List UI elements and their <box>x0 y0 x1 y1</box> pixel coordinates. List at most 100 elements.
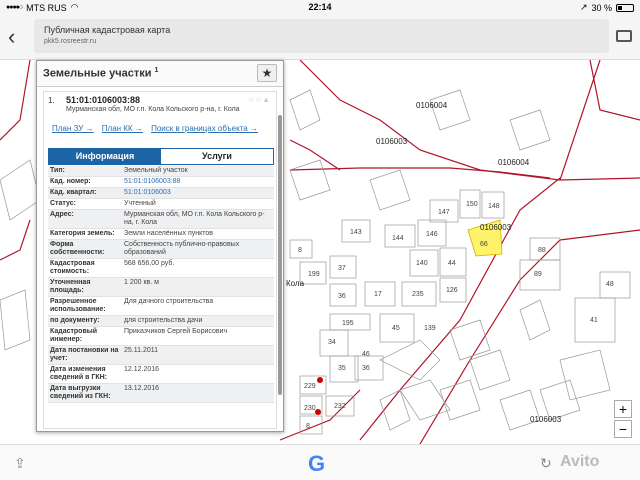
location-icon: ↗ <box>579 2 588 12</box>
info-key: Кад. номер: <box>50 178 91 185</box>
info-row: Дата выгрузки сведений из ГКН: 13.12.2016 <box>48 384 274 403</box>
parcel-label: 36 <box>338 293 346 300</box>
info-key: Дата постановки на учет: <box>50 347 119 362</box>
favorite-star-button[interactable]: ★ <box>257 64 277 82</box>
quarter-label: 0106003 <box>376 137 408 146</box>
info-row: Статус: Учтенный <box>48 199 274 210</box>
parcel-label: 48 <box>606 281 614 288</box>
parcel-item[interactable]: 1. 51:01:0106003:88 ☆☆▲ Мурманская обл, … <box>43 91 277 429</box>
battery-icon <box>616 3 634 12</box>
parcel-label: 140 <box>416 260 428 267</box>
info-key: Форма собственности: <box>50 241 105 256</box>
info-value-link[interactable]: 51:01:0106003:88 <box>122 177 274 187</box>
panel-body[interactable]: 1. 51:01:0106003:88 ☆☆▲ Мурманская обл, … <box>37 87 283 431</box>
quarter-label: 0106003 <box>530 415 562 424</box>
clock: 22:14 <box>308 2 332 12</box>
share-icon[interactable]: ⇪ <box>14 455 26 472</box>
parcel-label: 8 <box>306 423 310 430</box>
plan-kk-link[interactable]: План КК → <box>102 124 143 133</box>
back-arrow-icon[interactable]: ‹ <box>8 24 15 50</box>
info-key: Кадастровый инженер: <box>50 328 98 343</box>
browser-bar: ‹ Публичная кадастровая карта pkk5.rosre… <box>0 14 640 60</box>
parcel-label: 35 <box>338 365 346 372</box>
info-key: Дата изменения сведений в ГКН: <box>50 366 107 381</box>
search-in-bounds-link[interactable]: Поиск в границах объекта → <box>151 124 258 133</box>
refresh-icon[interactable]: ↻ <box>540 455 552 472</box>
tab-services[interactable]: Услуги <box>161 149 273 164</box>
parcel-label: 34 <box>328 339 336 346</box>
info-row: Адрес: Мурманская обл, МО г.п. Кола Кольс… <box>48 210 274 229</box>
parcel-label: 150 <box>466 201 478 208</box>
info-key: Категория земель: <box>50 230 115 237</box>
avito-watermark: Avito <box>560 453 600 470</box>
info-value: Для дачного строительства <box>124 298 214 305</box>
parcel-label: 126 <box>446 287 458 294</box>
parcel-label: 144 <box>392 235 404 242</box>
zoom-in-button[interactable]: + <box>614 400 632 418</box>
parcel-label: 66 <box>480 241 488 248</box>
parcel-label: 143 <box>350 229 362 236</box>
parcel-label: 45 <box>392 325 400 332</box>
parcel-label: 230 <box>304 405 316 412</box>
zoom-out-button[interactable]: − <box>614 420 632 438</box>
info-row: Форма собственности: Собственность публич… <box>48 240 274 259</box>
info-row: Категория земель: Земли населённых пункто… <box>48 229 274 240</box>
info-key: Дата выгрузки сведений из ГКН: <box>50 385 111 400</box>
parcels-panel: Земельные участки 1 ★ 1. 51:01:0106003:8… <box>36 60 284 432</box>
parcel-label: 139 <box>424 325 436 332</box>
quarter-label: 0106004 <box>498 158 530 167</box>
info-row: Дата изменения сведений в ГКН: 12.12.2016 <box>48 365 274 384</box>
tabs-switcher-icon[interactable] <box>616 30 632 42</box>
bottom-bar: ⇪ G ↻ Avito <box>0 444 640 480</box>
info-row: Разрешенное использование: Для дачного ст… <box>48 297 274 316</box>
panel-title: Земельные участки 1 <box>43 67 158 80</box>
quarter-label: 0106004 <box>416 101 448 110</box>
info-table: Тип: Земельный участок Кад. номер: 51:01:0… <box>48 166 274 403</box>
info-key: Уточненная площадь: <box>50 279 91 294</box>
info-value: 12.12.2016 <box>124 366 160 373</box>
parcel-label: 17 <box>374 291 382 298</box>
status-right: ↗ 30 % <box>580 2 634 13</box>
panel-scrollbar[interactable] <box>278 115 282 395</box>
item-address: Мурманская обл, МО г.п. Кола Кольского р… <box>66 106 240 113</box>
info-key: Разрешенное использование: <box>50 298 106 313</box>
info-row: Кад. квартал: 51:01:0106003 <box>48 188 274 199</box>
parcel-label: 147 <box>438 209 450 216</box>
parcel-label: 229 <box>304 383 316 390</box>
info-value: Учтенный <box>124 200 156 207</box>
info-row: Кад. номер: 51:01:0106003:88 <box>48 177 274 188</box>
item-star-icons[interactable]: ☆☆▲ <box>248 95 270 104</box>
parcel-label: 46 <box>362 351 370 358</box>
parcel-label: 41 <box>590 317 598 324</box>
info-value: 1 200 кв. м <box>124 279 159 286</box>
parcel-label: 195 <box>342 320 354 327</box>
info-value-link[interactable]: 51:01:0106003 <box>122 188 274 198</box>
info-tabs: Информация Услуги <box>48 148 274 165</box>
info-value: Земли населённых пунктов <box>124 230 214 237</box>
parcel-label: 88 <box>538 247 546 254</box>
address-bar[interactable]: Публичная кадастровая карта pkk5.rosrees… <box>34 19 609 53</box>
battery-label: 30 % <box>591 2 612 13</box>
info-row: Дата постановки на учет: 25.11.2011 <box>48 346 274 365</box>
google-logo-icon[interactable]: G <box>308 451 325 477</box>
item-cadastral-number[interactable]: 51:01:0106003:88 <box>66 95 140 105</box>
info-key: Тип: <box>50 167 65 174</box>
item-links: План ЗУ → План КК → Поиск в границах объ… <box>52 124 272 134</box>
parcel-label: 8 <box>298 247 302 254</box>
parcel-label: 199 <box>308 271 320 278</box>
parcel-label: 44 <box>448 260 456 267</box>
info-row: Уточненная площадь: 1 200 кв. м <box>48 278 274 297</box>
tab-information[interactable]: Информация <box>49 149 161 164</box>
quarter-label: 0106003 <box>480 223 512 232</box>
info-row: Кадастровый инженер: Приказчиков Сергей Б… <box>48 327 274 346</box>
parcel-label: 37 <box>338 265 346 272</box>
parcel-label: 89 <box>534 271 542 278</box>
info-value: 25.11.2011 <box>124 347 158 354</box>
info-value: Земельный участок <box>124 167 188 174</box>
marker-icon <box>317 377 323 383</box>
info-value: 568 656,00 руб. <box>124 260 175 267</box>
plan-zu-link[interactable]: План ЗУ → <box>52 124 94 133</box>
marker-icon <box>315 409 321 415</box>
panel-header: Земельные участки 1 ★ <box>37 61 283 87</box>
parcel-label: 146 <box>426 231 438 238</box>
